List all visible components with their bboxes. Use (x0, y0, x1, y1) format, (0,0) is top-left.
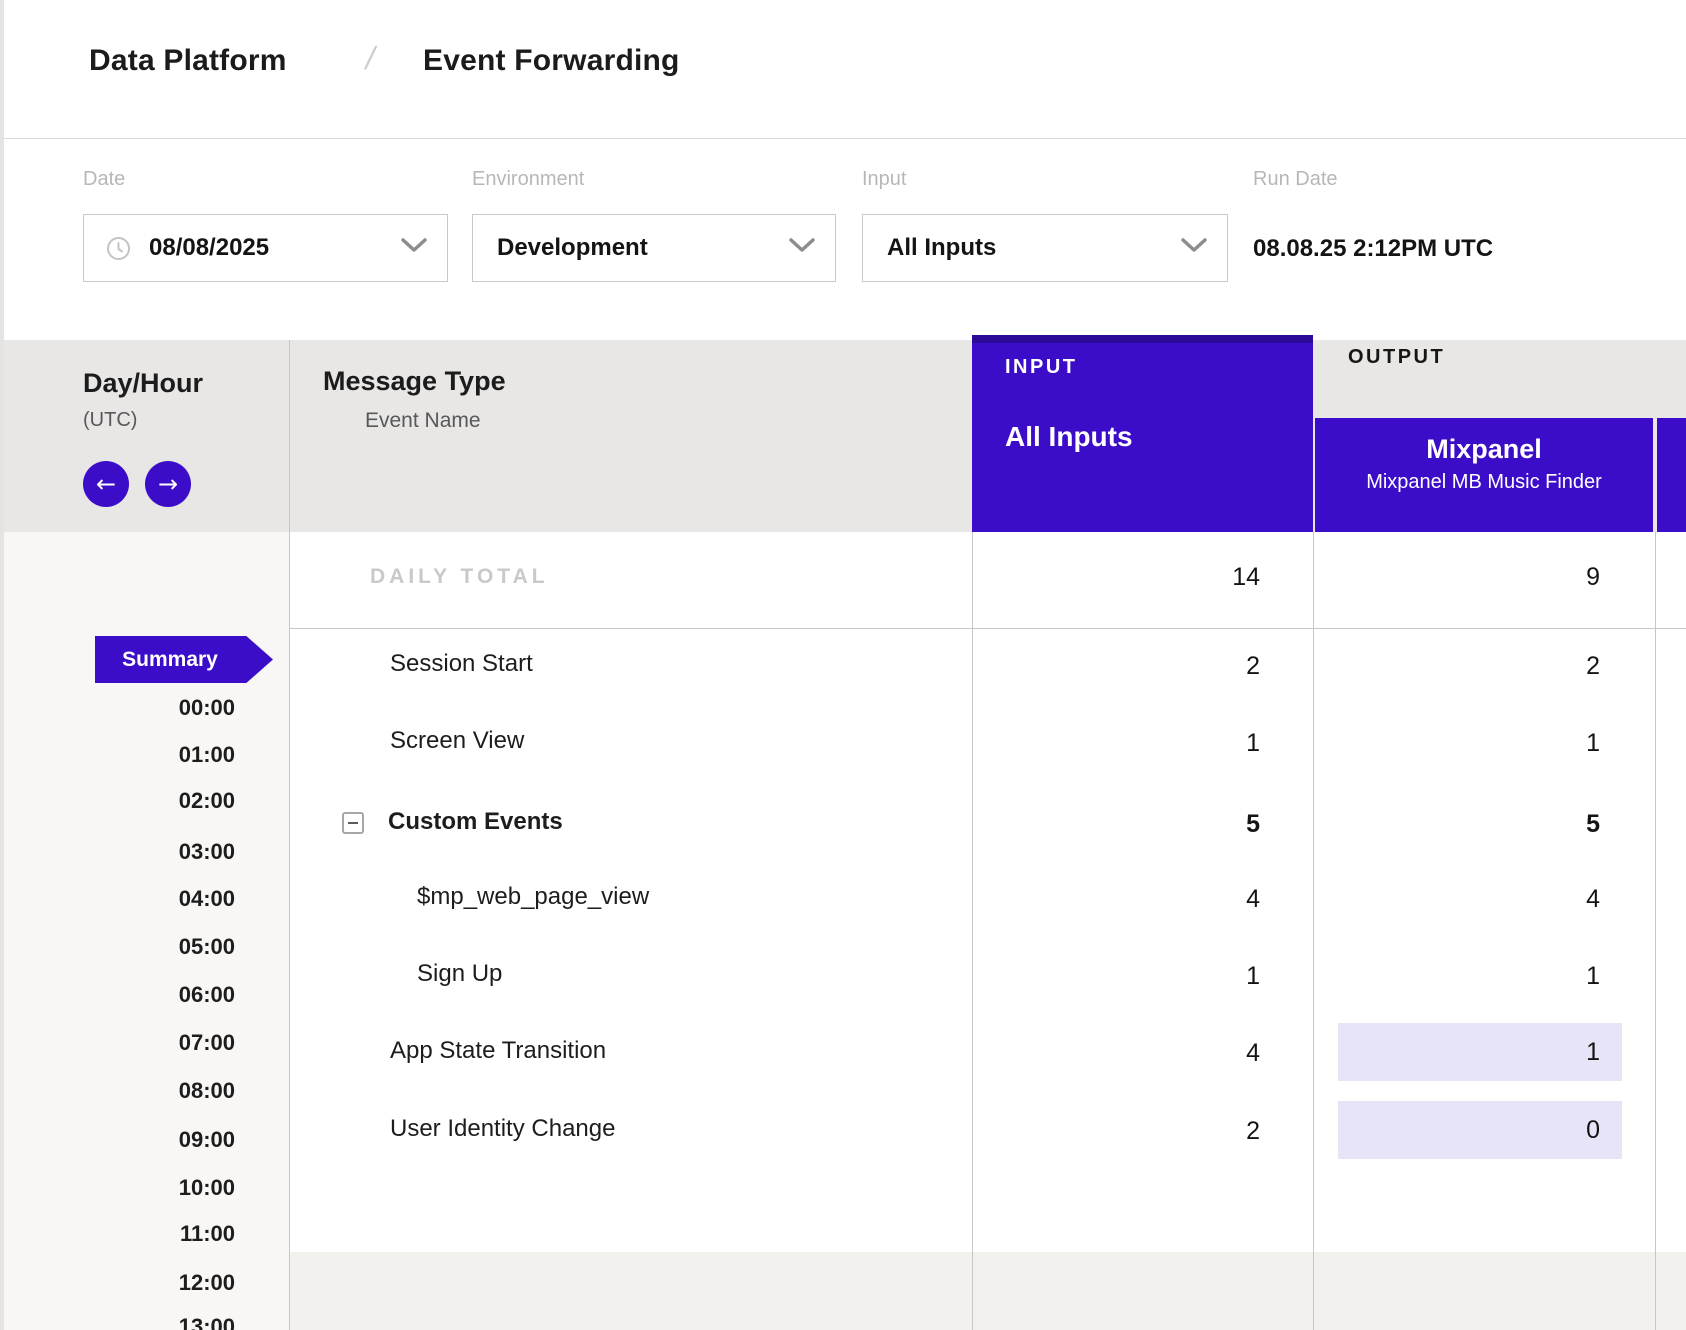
event-row-name: Sign Up (417, 960, 502, 988)
event-name-subheader: Event Name (365, 409, 481, 433)
column-divider (1313, 532, 1314, 1330)
breadcrumb: Data Platform / Event Forwarding (4, 0, 1686, 139)
event-input-value: 5 (972, 810, 1260, 839)
message-type-header: Message Type (323, 366, 506, 397)
table-footer-area (289, 1252, 1686, 1330)
hour-slot-03[interactable]: 03:00 (60, 839, 235, 865)
event-input-value: 4 (972, 1039, 1260, 1068)
previous-day-button[interactable]: ← (83, 461, 129, 507)
day-hour-header: Day/Hour (83, 368, 203, 399)
event-input-value: 2 (972, 652, 1260, 681)
chevron-down-icon (789, 238, 815, 258)
hour-slot-00[interactable]: 00:00 (60, 695, 235, 721)
collapse-custom-events-icon[interactable] (342, 812, 364, 834)
arrow-left-icon: ← (96, 470, 116, 498)
event-input-value: 4 (972, 885, 1260, 914)
day-hour-timezone: (UTC) (83, 409, 137, 432)
run-date-value: 08.08.25 2:12PM UTC (1253, 235, 1493, 263)
event-row-name: Custom Events (388, 808, 563, 836)
environment-select[interactable]: Development (472, 214, 836, 282)
highlighted-output-cell: 0 (1338, 1101, 1622, 1159)
event-input-value: 2 (972, 1117, 1260, 1146)
hour-slot-10[interactable]: 10:00 (60, 1175, 235, 1201)
hour-slot-02[interactable]: 02:00 (60, 788, 235, 814)
column-divider (1655, 532, 1656, 1330)
environment-label: Environment (472, 168, 584, 191)
date-value: 08/08/2025 (149, 234, 269, 262)
input-select[interactable]: All Inputs (862, 214, 1228, 282)
hour-slot-01[interactable]: 01:00 (60, 742, 235, 768)
event-row-name: User Identity Change (390, 1115, 615, 1143)
input-value: All Inputs (887, 234, 996, 262)
event-output-value: 2 (1315, 652, 1600, 681)
event-row-name: Session Start (390, 650, 533, 678)
event-row-name: $mp_web_page_view (417, 883, 649, 911)
clock-icon (106, 236, 131, 261)
column-divider (289, 340, 290, 1330)
environment-value: Development (497, 234, 648, 262)
run-date-label: Run Date (1253, 168, 1338, 191)
breadcrumb-event-forwarding: Event Forwarding (423, 44, 680, 78)
next-day-button[interactable]: → (145, 461, 191, 507)
input-column-header[interactable]: INPUT All Inputs (972, 335, 1313, 532)
daily-total-input-value: 14 (972, 563, 1260, 592)
date-label: Date (83, 168, 125, 191)
event-output-value: 1 (1315, 962, 1600, 991)
hour-slot-08[interactable]: 08:00 (60, 1078, 235, 1104)
hour-slot-04[interactable]: 04:00 (60, 886, 235, 912)
hour-slot-11[interactable]: 11:00 (60, 1221, 235, 1247)
highlighted-output-cell: 1 (1338, 1023, 1622, 1081)
daily-total-output-value: 9 (1315, 563, 1600, 592)
input-connection-name: All Inputs (1005, 421, 1133, 453)
breadcrumb-data-platform[interactable]: Data Platform (89, 44, 287, 78)
output-connection-subtitle: Mixpanel MB Music Finder (1315, 471, 1653, 494)
event-output-value: 1 (1315, 729, 1600, 758)
event-forwarding-page: Data Platform / Event Forwarding Date En… (0, 0, 1686, 1330)
output-connection-name: Mixpanel (1315, 434, 1653, 465)
chevron-down-icon (1181, 238, 1207, 258)
event-row-name: Screen View (390, 727, 524, 755)
minus-icon (348, 822, 358, 824)
event-output-value: 4 (1315, 885, 1600, 914)
hour-slot-13[interactable]: 13:00 (60, 1314, 235, 1330)
output-connection-header-mixpanel[interactable]: Mixpanel Mixpanel MB Music Finder (1315, 418, 1653, 532)
input-section-label: INPUT (1005, 356, 1078, 379)
hour-slot-06[interactable]: 06:00 (60, 982, 235, 1008)
input-label: Input (862, 168, 906, 191)
hour-slot-05[interactable]: 05:00 (60, 934, 235, 960)
hour-slot-09[interactable]: 09:00 (60, 1127, 235, 1153)
chevron-down-icon (401, 238, 427, 258)
event-input-value: 1 (972, 729, 1260, 758)
arrow-right-icon: → (158, 470, 178, 498)
breadcrumb-separator: / (362, 40, 379, 77)
output-connection-partial (1657, 418, 1686, 532)
daily-total-label: DAILY TOTAL (370, 565, 549, 589)
output-section-label: OUTPUT (1348, 346, 1445, 369)
summary-row-badge[interactable]: Summary (95, 636, 273, 683)
summary-label: Summary (122, 648, 218, 672)
date-picker[interactable]: 08/08/2025 (83, 214, 448, 282)
hour-slot-12[interactable]: 12:00 (60, 1270, 235, 1296)
event-row-name: App State Transition (390, 1037, 606, 1065)
hour-slot-07[interactable]: 07:00 (60, 1030, 235, 1056)
event-output-value: 5 (1315, 810, 1600, 839)
row-divider (289, 628, 1686, 629)
event-input-value: 1 (972, 962, 1260, 991)
